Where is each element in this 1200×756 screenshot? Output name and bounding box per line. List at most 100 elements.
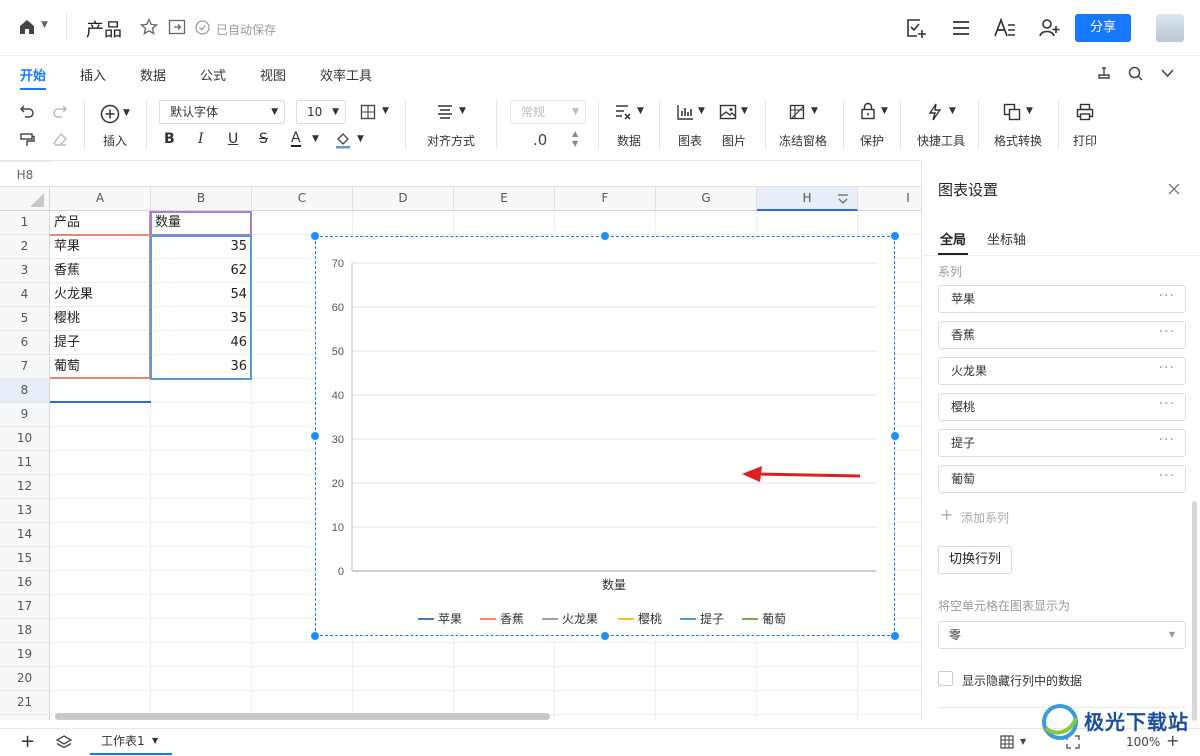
switch-row-column-button[interactable]: 切换行列 [938, 546, 1012, 574]
move-icon[interactable] [168, 19, 186, 35]
picture-dropdown-icon[interactable]: ▼ [741, 106, 748, 116]
format-painter-icon[interactable] [19, 132, 35, 148]
font-color-button[interactable]: A [291, 131, 301, 147]
row-header[interactable]: 7 [0, 355, 50, 379]
align-label[interactable]: 对齐方式 [427, 132, 475, 149]
row-header[interactable]: 14 [0, 523, 50, 547]
column-header-a[interactable]: A [50, 187, 151, 211]
resize-handle[interactable] [890, 631, 900, 641]
table-cell[interactable]: 35 [151, 307, 251, 331]
avatar[interactable] [1156, 14, 1184, 42]
home-dropdown-icon[interactable]: ▼ [41, 20, 48, 30]
data-dropdown-icon[interactable]: ▼ [637, 106, 644, 116]
menu-icon[interactable] [951, 19, 971, 37]
series-item[interactable]: 香蕉 ··· [938, 321, 1186, 349]
resize-handle[interactable] [890, 431, 900, 441]
table-cell[interactable]: 产品 [50, 211, 150, 235]
add-series-button[interactable]: 添加系列 [961, 509, 1009, 526]
table-cell[interactable]: 46 [151, 331, 251, 355]
tab-start[interactable]: 开始 [20, 65, 46, 84]
row-header[interactable]: 4 [0, 283, 50, 307]
row-header[interactable]: 3 [0, 259, 50, 283]
tab-formula[interactable]: 公式 [200, 65, 226, 84]
strikethrough-button[interactable]: S [259, 131, 268, 147]
horizontal-scrollbar[interactable] [55, 713, 550, 720]
border-dropdown-icon[interactable]: ▼ [382, 106, 389, 116]
picture-label[interactable]: 图片 [722, 132, 746, 149]
chart-icon[interactable] [676, 104, 694, 120]
row-header[interactable]: 20 [0, 667, 50, 691]
insert-label[interactable]: 插入 [103, 132, 127, 149]
lock-icon[interactable] [860, 102, 876, 120]
tab-global[interactable]: 全局 [940, 229, 966, 248]
row-header[interactable]: 11 [0, 451, 50, 475]
data-label[interactable]: 数据 [617, 132, 641, 149]
column-header-b[interactable]: B [151, 187, 252, 211]
cell-reference[interactable]: H8 [0, 161, 50, 187]
task-add-icon[interactable] [905, 17, 927, 39]
data-icon[interactable] [614, 104, 632, 120]
table-cell[interactable]: 36 [151, 355, 251, 379]
show-hidden-checkbox[interactable] [938, 671, 953, 686]
table-cell[interactable]: 提子 [50, 331, 150, 355]
number-format-select[interactable]: 常规 ▼ [510, 100, 586, 124]
tab-efficiency-tools[interactable]: 效率工具 [320, 65, 372, 84]
italic-button[interactable]: I [198, 131, 204, 147]
grid-view-icon[interactable] [1000, 735, 1014, 749]
resize-handle[interactable] [310, 631, 320, 641]
add-collaborator-icon[interactable] [1038, 17, 1060, 39]
brush-icon[interactable] [1096, 65, 1112, 81]
freeze-dropdown-icon[interactable]: ▼ [811, 106, 818, 116]
more-icon[interactable]: ··· [1159, 391, 1175, 417]
table-cell[interactable]: 54 [151, 283, 251, 307]
font-color-dropdown-icon[interactable]: ▼ [312, 134, 319, 144]
row-header[interactable]: 2 [0, 235, 50, 259]
table-cell[interactable]: 数量 [151, 211, 251, 235]
align-dropdown-icon[interactable]: ▼ [459, 106, 466, 116]
insert-circle-icon[interactable] [100, 104, 120, 124]
row-header[interactable]: 8 [0, 379, 50, 403]
resize-handle[interactable] [310, 231, 320, 241]
share-button[interactable]: 分享 [1075, 14, 1131, 42]
font-size-select[interactable]: 10 ▼ [296, 100, 346, 124]
series-item[interactable]: 樱桃 ··· [938, 393, 1186, 421]
more-icon[interactable]: ··· [1159, 283, 1175, 309]
picture-icon[interactable] [719, 104, 737, 120]
quick-tools-dropdown-icon[interactable]: ▼ [949, 106, 956, 116]
row-header[interactable]: 12 [0, 475, 50, 499]
underline-button[interactable]: U [228, 131, 238, 147]
column-header-f[interactable]: F [555, 187, 656, 211]
quick-tools-label[interactable]: 快捷工具 [917, 132, 965, 149]
more-icon[interactable]: ··· [1159, 355, 1175, 381]
table-cell[interactable]: 火龙果 [50, 283, 150, 307]
tab-view[interactable]: 视图 [260, 65, 286, 84]
fill-color-dropdown-icon[interactable]: ▼ [357, 134, 364, 144]
collapse-ribbon-icon[interactable] [1161, 69, 1174, 78]
close-icon[interactable] [1168, 183, 1180, 195]
panel-scrollbar[interactable] [1192, 501, 1197, 721]
select-all-corner[interactable] [0, 187, 50, 211]
table-cell[interactable]: 35 [151, 235, 251, 259]
align-icon[interactable] [436, 104, 454, 120]
insert-dropdown-icon[interactable]: ▼ [123, 108, 130, 118]
row-header[interactable]: 21 [0, 691, 50, 715]
series-item[interactable]: 苹果 ··· [938, 285, 1186, 313]
row-header[interactable]: 6 [0, 331, 50, 355]
row-header[interactable]: 19 [0, 643, 50, 667]
empty-cells-select[interactable]: 零 ▼ [938, 621, 1186, 649]
protect-dropdown-icon[interactable]: ▼ [881, 106, 888, 116]
series-item[interactable]: 葡萄 ··· [938, 465, 1186, 493]
row-header[interactable]: 16 [0, 571, 50, 595]
decimal-stepper[interactable]: ▲ ▼ [572, 129, 578, 149]
resize-handle[interactable] [600, 631, 610, 641]
clear-format-icon[interactable] [52, 132, 68, 148]
column-filter-icon[interactable] [836, 192, 850, 206]
protect-label[interactable]: 保护 [860, 132, 884, 149]
series-item[interactable]: 提子 ··· [938, 429, 1186, 457]
add-sheet-icon[interactable]: + [20, 733, 35, 751]
row-header[interactable]: 9 [0, 403, 50, 427]
tab-data[interactable]: 数据 [140, 65, 166, 84]
undo-icon[interactable] [19, 104, 35, 118]
print-label[interactable]: 打印 [1073, 132, 1097, 149]
row-header[interactable]: 22 [0, 715, 50, 720]
